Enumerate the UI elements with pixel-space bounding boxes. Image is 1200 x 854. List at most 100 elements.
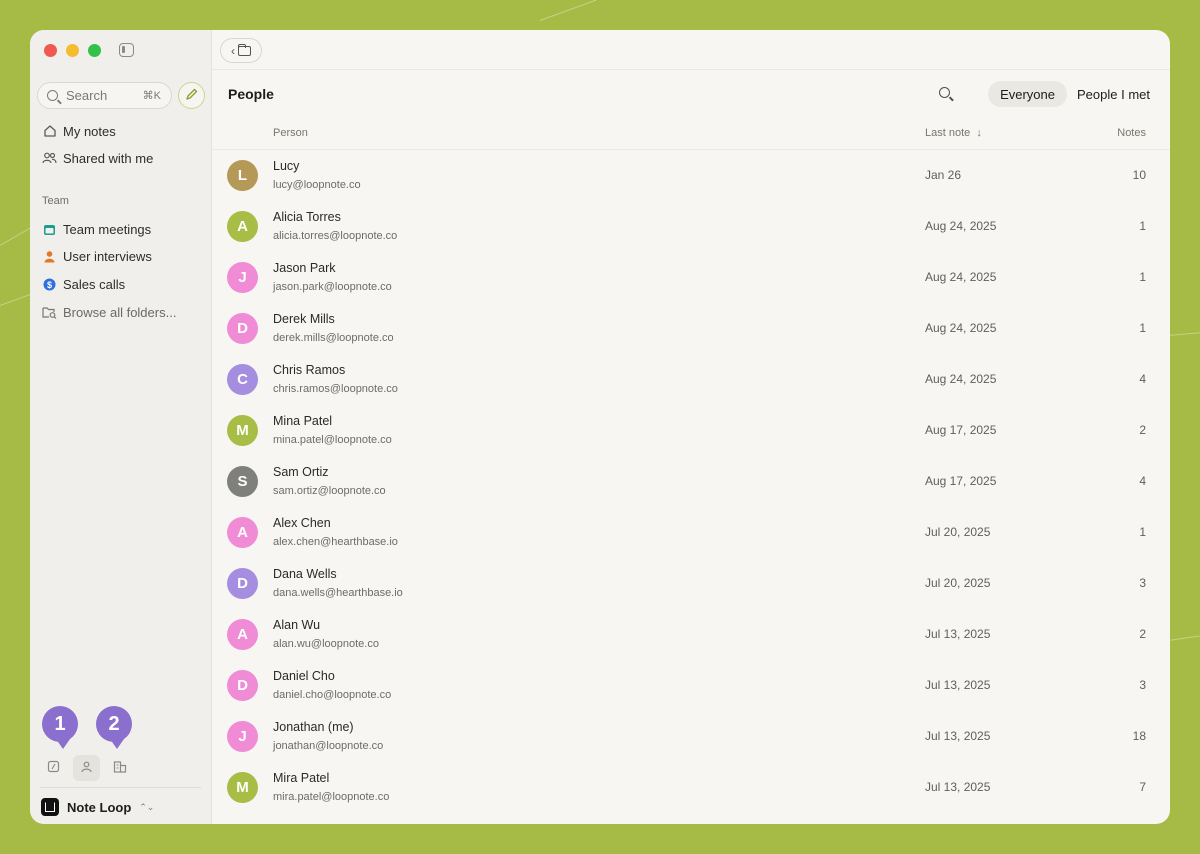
person-email: alicia.torres@loopnote.co	[273, 230, 398, 242]
filter-people-i-met[interactable]: People I met	[1065, 81, 1162, 107]
person-name: Jonathan (me)	[273, 720, 354, 734]
person-email: alan.wu@loopnote.co	[273, 638, 379, 650]
toolbar: ‹	[212, 30, 1170, 70]
background-line	[1167, 635, 1200, 641]
people-view-button[interactable]	[73, 755, 100, 781]
folder-label: Browse all folders...	[63, 304, 177, 320]
last-note-date: Aug 17, 2025	[925, 423, 997, 437]
notes-count: 2	[1139, 423, 1146, 437]
table-row[interactable]: L Lucy lucy@loopnote.co Jan 26 10	[212, 150, 1170, 201]
person-name: Derek Mills	[273, 312, 335, 326]
person-email: mina.patel@loopnote.co	[273, 434, 392, 446]
table-row[interactable]: A Alex Chen alex.chen@hearthbase.io Jul 20,…	[212, 507, 1170, 558]
table-row[interactable]: M Mina Patel mina.patel@loopnote.co Aug 17,…	[212, 405, 1170, 456]
search-button[interactable]: Search ⌘K	[37, 82, 172, 109]
last-note-date: Aug 24, 2025	[925, 372, 997, 386]
section-label-team: Team	[42, 195, 69, 207]
person-email: derek.mills@loopnote.co	[273, 332, 394, 344]
column-last-note[interactable]: Last note ↓	[925, 127, 982, 139]
avatar: M	[227, 415, 258, 446]
notes-count: 2	[1139, 627, 1146, 641]
table-row[interactable]: D Dana Wells dana.wells@hearthbase.io Jul 2…	[212, 558, 1170, 609]
back-folder-button[interactable]: ‹	[220, 38, 262, 63]
folder-user-interviews[interactable]: User interviews	[42, 246, 152, 266]
table-row[interactable]: J Jonathan (me) jonathan@loopnote.co Jul 13…	[212, 711, 1170, 762]
folder-sales-calls[interactable]: $ Sales calls	[42, 274, 125, 294]
home-icon	[42, 124, 57, 139]
app-window: Search ⌘K My notes Shared with me Team T…	[30, 30, 1170, 824]
nav-my-notes[interactable]: My notes	[42, 121, 116, 141]
notes-count: 7	[1139, 780, 1146, 794]
sidebar-mode-switcher	[40, 755, 133, 781]
workspace-name: Note Loop	[67, 799, 132, 815]
new-note-button[interactable]	[178, 82, 205, 109]
notes-count: 3	[1139, 576, 1146, 590]
table-row[interactable]: D Daniel Cho daniel.cho@loopnote.co Jul 13,…	[212, 660, 1170, 711]
person-name: Lucy	[273, 159, 300, 173]
nav-label: My notes	[63, 123, 116, 139]
notes-count: 1	[1139, 219, 1146, 233]
column-person[interactable]: Person	[273, 127, 308, 139]
people-list: L Lucy lucy@loopnote.co Jan 26 10 A Alicia Tor…	[212, 150, 1170, 813]
table-row[interactable]: C Chris Ramos chris.ramos@loopnote.co Aug 2…	[212, 354, 1170, 405]
table-row[interactable]: A Alicia Torres alicia.torres@loopnote.co A…	[212, 201, 1170, 252]
background-line	[539, 0, 597, 21]
table-row[interactable]: D Derek Mills derek.mills@loopnote.co Aug 2…	[212, 303, 1170, 354]
last-note-date: Jul 20, 2025	[925, 576, 991, 590]
maximize-window-button[interactable]	[88, 44, 101, 57]
minimize-window-button[interactable]	[66, 44, 79, 57]
person-name: Mira Patel	[273, 771, 330, 785]
avatar: S	[227, 466, 258, 497]
person-email: alex.chen@hearthbase.io	[273, 536, 398, 548]
folder-search-icon	[42, 305, 57, 320]
sidebar-toggle-icon[interactable]	[119, 43, 134, 57]
search-label: Search	[66, 88, 108, 103]
column-notes[interactable]: Notes	[1117, 127, 1146, 139]
folder-team-meetings[interactable]: Team meetings	[42, 219, 151, 239]
avatar: A	[227, 619, 258, 650]
person-email: jonathan@loopnote.co	[273, 740, 384, 752]
annotation-badge: 2	[96, 706, 132, 749]
column-label: Last note	[925, 127, 971, 139]
table-row[interactable]: J Jason Park jason.park@loopnote.co Aug 24,…	[212, 252, 1170, 303]
folder-label: Sales calls	[63, 276, 126, 292]
notes-count: 3	[1139, 678, 1146, 692]
page-header: People Everyone People I met	[228, 81, 1150, 107]
companies-view-button[interactable]	[106, 755, 133, 781]
close-window-button[interactable]	[44, 44, 57, 57]
workspace-switcher[interactable]: Note Loop ⌃⌄	[41, 798, 154, 816]
avatar: M	[227, 772, 258, 803]
last-note-date: Aug 24, 2025	[925, 219, 997, 233]
arrow-down-icon: ↓	[976, 127, 982, 139]
table-row[interactable]: A Alan Wu alan.wu@loopnote.co Jul 13, 2025 2	[212, 609, 1170, 660]
last-note-date: Jan 26	[925, 168, 962, 182]
window-controls	[44, 44, 101, 57]
person-email: dana.wells@hearthbase.io	[273, 587, 403, 599]
person-icon	[42, 249, 57, 264]
search-shortcut: ⌘K	[142, 90, 161, 102]
person-email: daniel.cho@loopnote.co	[273, 689, 392, 701]
person-name: Daniel Cho	[273, 669, 335, 683]
calendar-icon	[42, 222, 57, 237]
dollar-icon: $	[42, 277, 57, 292]
avatar: L	[227, 160, 258, 191]
avatar: A	[227, 517, 258, 548]
chevron-left-icon: ‹	[231, 43, 235, 58]
page-title: People	[228, 86, 274, 102]
person-name: Mina Patel	[273, 414, 333, 428]
filter-everyone[interactable]: Everyone	[988, 81, 1067, 107]
folder-icon	[238, 43, 251, 56]
last-note-date: Aug 24, 2025	[925, 321, 997, 335]
person-name: Jason Park	[273, 261, 336, 275]
people-search-button[interactable]	[939, 87, 958, 98]
notes-view-button[interactable]	[40, 755, 67, 781]
person-email: chris.ramos@loopnote.co	[273, 383, 398, 395]
sidebar-divider	[40, 787, 201, 788]
building-icon	[113, 760, 127, 776]
last-note-date: Jul 13, 2025	[925, 678, 991, 692]
browse-all-folders[interactable]: Browse all folders...	[42, 302, 176, 322]
person-name: Sam Ortiz	[273, 465, 329, 479]
table-row[interactable]: S Sam Ortiz sam.ortiz@loopnote.co Aug 17, 2…	[212, 456, 1170, 507]
nav-shared-with-me[interactable]: Shared with me	[42, 148, 153, 168]
table-row[interactable]: M Mira Patel mira.patel@loopnote.co Jul 13,…	[212, 762, 1170, 813]
